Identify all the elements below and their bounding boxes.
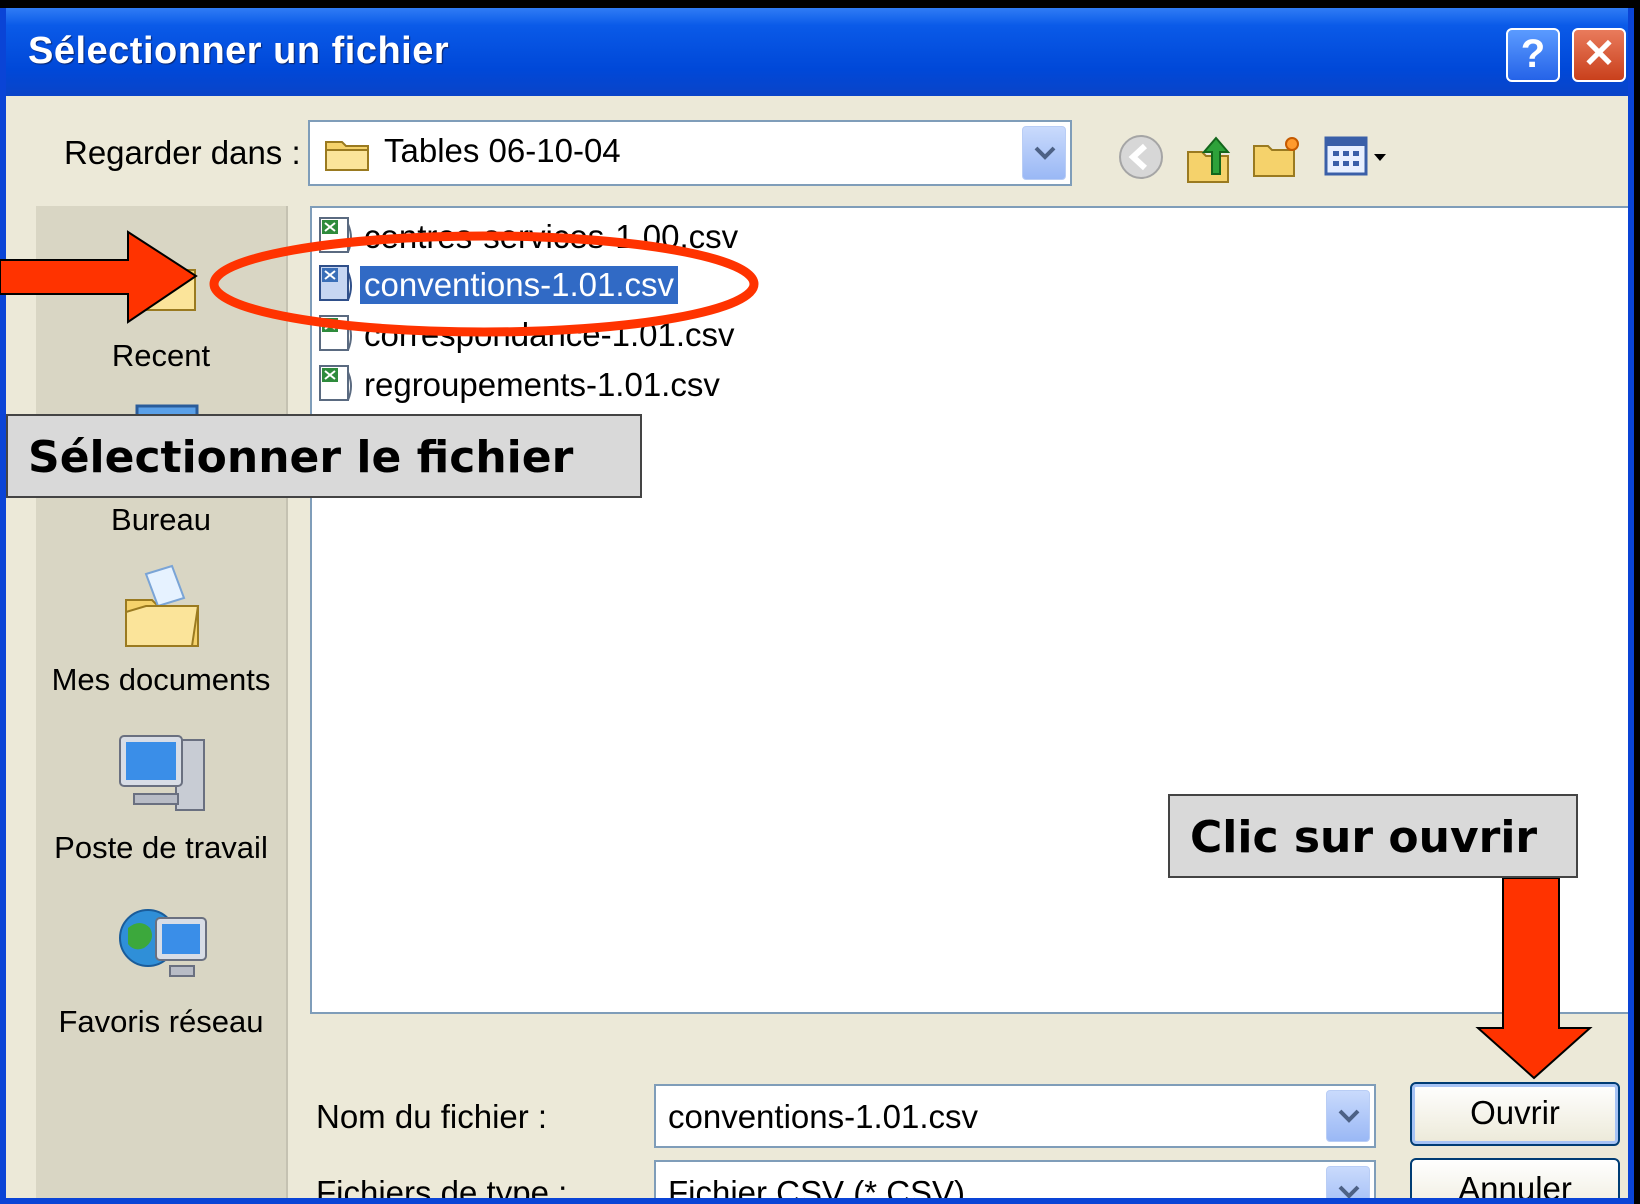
place-label: Favoris réseau — [58, 1004, 264, 1039]
file-name: regroupements-1.01.csv — [364, 366, 720, 403]
folder-icon — [325, 141, 369, 171]
chevron-down-icon — [1034, 146, 1056, 160]
open-button[interactable]: Ouvrir — [1410, 1082, 1620, 1146]
filename-label: Nom du fichier : — [316, 1098, 548, 1135]
recent-folder-icon — [138, 263, 196, 311]
file-list[interactable]: centres-services-1.00.csv conventions-1.… — [310, 206, 1628, 1014]
look-in-label: Regarder dans : — [64, 134, 301, 171]
my-computer-icon — [119, 735, 205, 811]
close-button[interactable]: ✕ — [1572, 28, 1626, 82]
file-name: correspondance-1.01.csv — [364, 316, 735, 353]
select-file-callout: Sélectionner le fichier — [6, 414, 642, 498]
filetype-combobox[interactable]: Fichier CSV (*.CSV) — [654, 1160, 1376, 1204]
place-network[interactable]: Favoris réseau — [36, 902, 286, 1062]
look-in-value: Tables 06-10-04 — [384, 132, 621, 169]
csv-file-icon — [319, 315, 352, 351]
place-label: Poste de travail — [54, 830, 268, 865]
csv-file-icon — [319, 365, 352, 401]
csv-file-icon — [319, 265, 352, 301]
file-name: conventions-1.01.csv — [360, 266, 679, 304]
chevron-down-icon — [1338, 1109, 1360, 1123]
place-label: Bureau — [111, 502, 211, 537]
filetype-label: Fichiers de type : — [316, 1174, 568, 1204]
csv-file-icon — [319, 217, 352, 253]
place-label: Recent — [111, 338, 211, 373]
look-in-combobox[interactable]: Tables 06-10-04 — [308, 120, 1072, 186]
filetype-value: Fichier CSV (*.CSV) — [668, 1174, 966, 1204]
places-bar: Recent Bureau Mes documents Poste de tra… — [36, 206, 288, 1198]
filetype-dropdown-button[interactable] — [1326, 1166, 1370, 1198]
up-folder-icon[interactable] — [1182, 132, 1236, 186]
file-open-dialog: Sélectionner un fichier ? ✕ Regarder dan… — [0, 8, 1634, 1204]
place-my-documents[interactable]: Mes documents — [36, 560, 286, 720]
click-open-callout: Clic sur ouvrir — [1168, 794, 1578, 878]
network-places-icon — [119, 909, 207, 977]
filename-dropdown-button[interactable] — [1326, 1090, 1370, 1142]
look-in-dropdown-button[interactable] — [1022, 126, 1066, 180]
help-button[interactable]: ? — [1506, 28, 1560, 82]
title-bar: Sélectionner un fichier ? ✕ — [6, 8, 1628, 96]
filename-combobox[interactable]: conventions-1.01.csv — [654, 1084, 1376, 1148]
file-name: centres-services-1.00.csv — [364, 218, 739, 255]
chevron-down-icon — [1338, 1185, 1360, 1198]
new-folder-icon[interactable] — [1250, 132, 1304, 186]
view-menu-icon[interactable] — [1324, 132, 1390, 182]
cancel-button[interactable]: Annuler — [1410, 1158, 1620, 1198]
place-label: Mes documents — [51, 662, 271, 697]
my-documents-icon — [125, 564, 200, 647]
back-icon[interactable] — [1116, 132, 1166, 182]
filename-input[interactable]: conventions-1.01.csv — [668, 1098, 978, 1136]
place-recent[interactable]: Recent — [36, 230, 286, 390]
dialog-title: Sélectionner un fichier — [28, 30, 450, 72]
place-my-computer[interactable]: Poste de travail — [36, 732, 286, 892]
